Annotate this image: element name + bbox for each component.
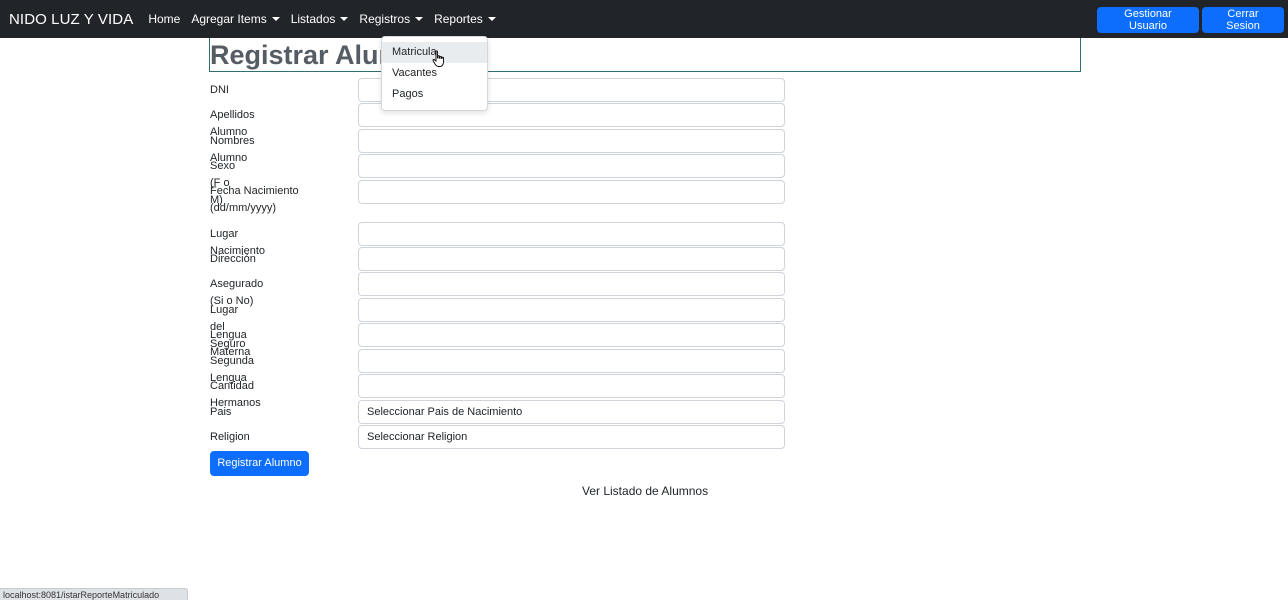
menu-item-pagos[interactable]: Pagos xyxy=(382,84,487,105)
lengua-materna-input[interactable] xyxy=(358,323,785,347)
field-label: Religion xyxy=(210,431,250,443)
nav-agregar-items-label: Agregar Items xyxy=(191,12,267,26)
field-label: Pais xyxy=(210,406,232,418)
lugar-nacimiento-input[interactable] xyxy=(358,222,785,246)
religion-select[interactable]: Seleccionar Religion xyxy=(358,425,785,449)
nav-home-label: Home xyxy=(148,12,181,26)
nav-home[interactable]: Home xyxy=(148,12,180,26)
caret-down-icon xyxy=(415,17,424,21)
field-label: Fecha Nacimiento (dd/mm/yyyy) xyxy=(210,185,299,214)
nav-registros[interactable]: Registros xyxy=(359,12,424,26)
nav-reportes[interactable]: Reportes xyxy=(434,12,496,26)
segunda-lengua-input[interactable] xyxy=(358,349,785,373)
field-label: DNI xyxy=(210,84,229,96)
nav-listados[interactable]: Listados xyxy=(291,12,349,26)
logout-button[interactable]: Cerrar Sesion xyxy=(1202,7,1284,33)
nav-registros-label: Registros xyxy=(359,12,411,26)
navbar-actions: Gestionar Usuario Cerrar Sesion xyxy=(1097,7,1284,33)
field-label: Dirección xyxy=(210,253,256,265)
nav-listados-label: Listados xyxy=(290,12,336,26)
brand-logo-text[interactable]: NIDO LUZ Y VIDA xyxy=(9,11,133,28)
asegurado-input[interactable] xyxy=(358,272,785,296)
cantidad-hermanos-input[interactable] xyxy=(358,374,785,398)
caret-down-icon xyxy=(340,17,349,21)
nombres-input[interactable] xyxy=(358,129,785,153)
direccion-input[interactable] xyxy=(358,247,785,271)
nav-reportes-label: Reportes xyxy=(434,12,483,26)
sexo-input[interactable] xyxy=(358,154,785,178)
reportes-dropdown-menu: Matricula Vacantes Pagos xyxy=(381,36,488,111)
caret-down-icon xyxy=(271,17,280,21)
register-student-button[interactable]: Registrar Alumno xyxy=(210,451,309,476)
manage-user-button[interactable]: Gestionar Usuario xyxy=(1097,7,1199,33)
fecha-nacimiento-input[interactable] xyxy=(358,180,785,204)
caret-down-icon xyxy=(487,17,496,21)
pais-select[interactable]: Seleccionar Pais de Nacimiento xyxy=(358,400,785,424)
lugar-seguro-input[interactable] xyxy=(358,298,785,322)
top-navbar: NIDO LUZ Y VIDA Home Agregar Items Lista… xyxy=(0,0,1288,38)
view-students-list-link[interactable]: Ver Listado de Alumnos xyxy=(582,484,708,498)
browser-status-url: localhost:8081/istarReporteMatriculado xyxy=(0,588,188,600)
nav-agregar-items[interactable]: Agregar Items xyxy=(191,12,280,26)
hand-cursor-icon xyxy=(432,50,444,67)
